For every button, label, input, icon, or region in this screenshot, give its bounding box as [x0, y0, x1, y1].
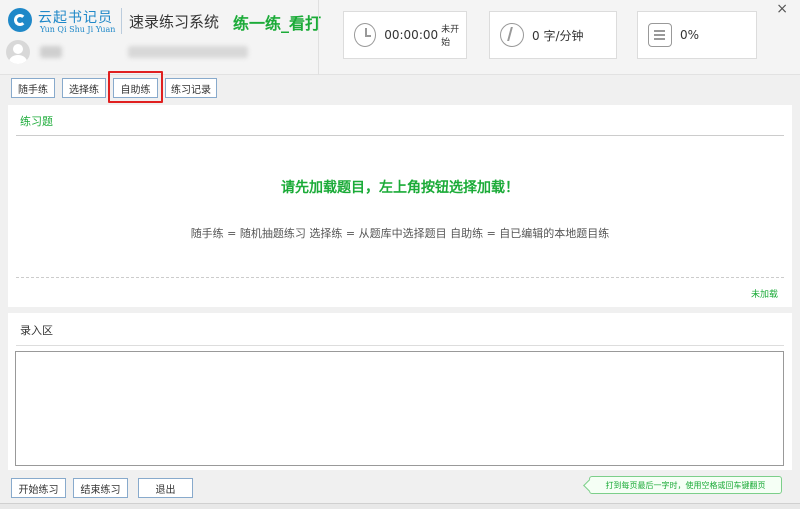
exercise-panel: 练习题 请先加载题目，左上角按钮选择加载！ 随手练 = 随机抽题练习 选择练 =…	[8, 105, 792, 307]
exit-button[interactable]: 退出	[138, 478, 193, 498]
accuracy-stat: 0%	[637, 11, 757, 59]
username-redacted	[40, 46, 62, 58]
divider	[16, 135, 784, 136]
typing-input[interactable]	[15, 351, 784, 466]
page-turn-hint: 打到每页最后一字时，使用空格或回车键翻页	[589, 476, 782, 494]
speed-value: 0 字/分钟	[532, 28, 584, 43]
load-prompt: 请先加载题目，左上角按钮选择加载！	[281, 180, 519, 196]
mode-title: 练一练_看打	[233, 14, 322, 33]
brand-name: 云起书记员	[38, 10, 113, 26]
exercise-title: 练习题	[20, 115, 53, 128]
close-icon[interactable]: ×	[776, 1, 788, 17]
divider	[16, 345, 784, 346]
logo-icon	[8, 8, 32, 32]
app-header: 云起书记员 Yun Qi Shu Ji Yuan 速录练习系统 练一练_看打 0…	[0, 0, 800, 75]
user-id-redacted	[128, 46, 248, 58]
start-practice-button[interactable]: 开始练习	[11, 478, 66, 498]
input-title: 录入区	[20, 324, 53, 337]
brand-divider	[121, 8, 122, 34]
window-bottom-edge	[0, 503, 800, 509]
tab-random-practice[interactable]: 随手练	[11, 78, 55, 98]
timer-value: 00:00:00	[384, 28, 439, 42]
accuracy-value: 0%	[680, 28, 700, 42]
divider	[16, 277, 784, 278]
header-divider	[318, 0, 319, 75]
accuracy-icon	[648, 23, 672, 47]
speed-stat: 0 字/分钟	[489, 11, 617, 59]
timer-stat: 00:00:00 未开始	[343, 11, 467, 59]
end-practice-button[interactable]: 结束练习	[73, 478, 128, 498]
input-panel: 录入区	[8, 313, 792, 470]
tab-practice-records[interactable]: 练习记录	[165, 78, 217, 98]
timer-status: 未开始	[441, 25, 460, 48]
brand-name-pinyin: Yun Qi Shu Ji Yuan	[40, 25, 116, 34]
highlight-box	[108, 71, 163, 103]
system-title: 速录练习系统	[129, 13, 220, 31]
speed-icon	[500, 23, 524, 47]
clock-icon	[354, 23, 377, 47]
mode-description: 随手练 = 随机抽题练习 选择练 = 从题库中选择题目 自助练 = 自已编辑的本…	[190, 227, 610, 240]
avatar-icon[interactable]	[6, 40, 30, 64]
tab-select-practice[interactable]: 选择练	[62, 78, 106, 98]
load-status: 未加载	[750, 290, 778, 300]
